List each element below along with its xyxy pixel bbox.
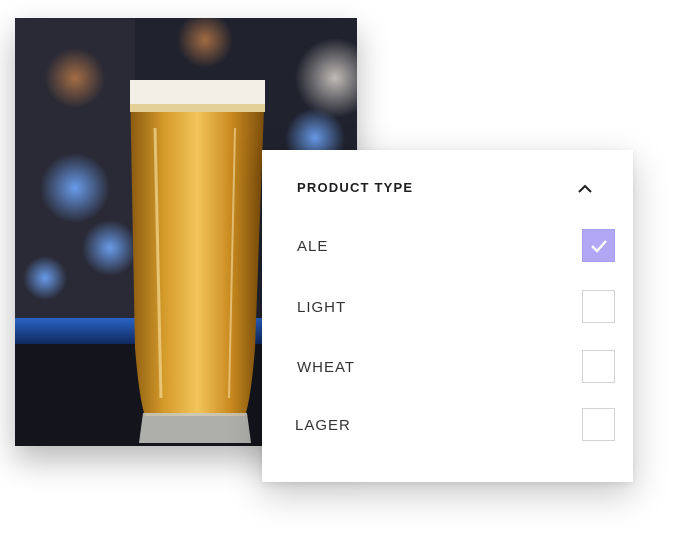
ale-checkbox[interactable]	[582, 229, 615, 262]
product-type-filter-panel: PRODUCT TYPE ALE LIGHT WHEAT LAGER	[262, 150, 633, 482]
option-ale[interactable]: ALE	[297, 229, 617, 265]
option-label: LAGER	[295, 417, 351, 434]
option-light[interactable]: LIGHT	[297, 290, 617, 326]
option-lager[interactable]: LAGER	[295, 408, 615, 444]
option-label: WHEAT	[297, 359, 356, 376]
lager-checkbox[interactable]	[582, 408, 615, 441]
filter-title: PRODUCT TYPE	[297, 180, 414, 195]
wheat-checkbox[interactable]	[582, 350, 615, 383]
chevron-up-icon[interactable]	[574, 181, 596, 197]
checkmark-icon	[591, 240, 607, 253]
filter-header[interactable]: PRODUCT TYPE	[297, 179, 597, 203]
option-label: ALE	[297, 238, 329, 255]
light-checkbox[interactable]	[582, 290, 615, 323]
option-label: LIGHT	[297, 299, 347, 316]
option-wheat[interactable]: WHEAT	[297, 350, 617, 386]
